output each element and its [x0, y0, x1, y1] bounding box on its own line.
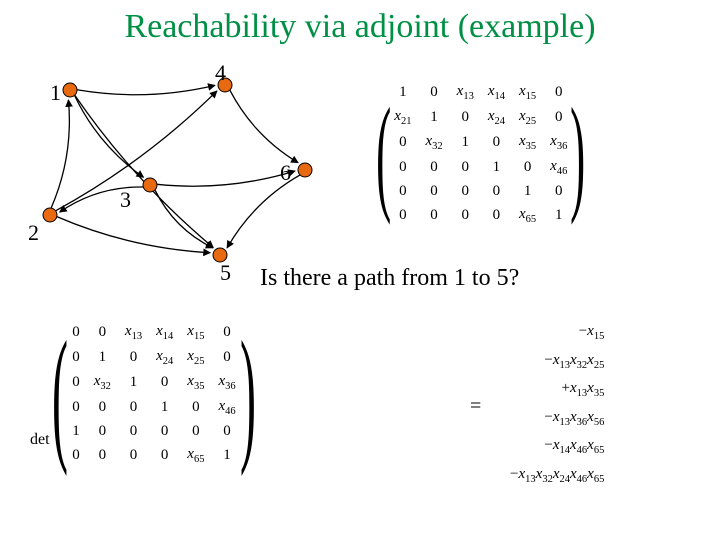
node-label-5: 5: [220, 260, 231, 286]
matrix-cell: 0: [450, 180, 481, 203]
node-1: [63, 83, 77, 97]
rhs-term: +x13x35: [510, 377, 604, 406]
matrix-cell: x35: [512, 130, 543, 155]
node-6: [298, 163, 312, 177]
node-label-3: 3: [120, 187, 131, 213]
matrix-cell: 0: [481, 203, 512, 228]
matrix-cell: 0: [87, 420, 118, 443]
matrix-cell: 0: [65, 320, 87, 345]
matrix-cell: x32: [418, 130, 449, 155]
matrix-cell: 0: [149, 443, 180, 468]
matrix-cell: 1: [387, 80, 418, 105]
matrix-cell: x21: [387, 105, 418, 130]
question-text: Is there a path from 1 to 5?: [260, 265, 519, 292]
matrix-cell: 0: [149, 420, 180, 443]
node-label-6: 6: [280, 160, 291, 186]
node-3: [143, 178, 157, 192]
matrix-cell: 0: [418, 180, 449, 203]
edge-1-4: [77, 85, 215, 94]
rhs-term: −x13x32x24x46x65: [510, 463, 604, 492]
matrix-cell: x25: [180, 345, 211, 370]
matrix-cell: 1: [87, 345, 118, 370]
matrix-cell: 0: [512, 155, 543, 180]
rhs-term: −x13x32x25: [510, 349, 604, 378]
matrix-cell: x65: [512, 203, 543, 228]
matrix-cell: 0: [149, 370, 180, 395]
rhs-term: −x14x46x65: [510, 434, 604, 463]
matrix-cell: x65: [180, 443, 211, 468]
matrix-cell: x14: [149, 320, 180, 345]
matrix-cell: x36: [211, 370, 242, 395]
matrix-cell: 0: [418, 155, 449, 180]
matrix-cell: 0: [180, 395, 211, 420]
rhs-term: −x15: [510, 320, 604, 349]
node-label-1: 1: [50, 80, 61, 106]
matrix-cell: 0: [211, 345, 242, 370]
matrix-I-minus-A: ( 10x13x14x150x2110x24x2500x3210x35x3600…: [380, 80, 582, 228]
node-2: [43, 208, 57, 222]
expansion-result: −x15−x13x32x25+x13x35−x13x36x56−x14x46x6…: [510, 320, 604, 491]
rhs-term: −x13x36x56: [510, 406, 604, 435]
matrix-cell: 0: [118, 345, 149, 370]
matrix-cell: x15: [180, 320, 211, 345]
graph-diagram: [20, 55, 360, 285]
matrix-cell: 0: [418, 80, 449, 105]
node-label-4: 4: [215, 60, 226, 86]
matrix-cell: 1: [450, 130, 481, 155]
matrix-cell: 1: [149, 395, 180, 420]
matrix-cell: 0: [481, 180, 512, 203]
matrix-cell: 1: [512, 180, 543, 203]
matrix-cell: 1: [65, 420, 87, 443]
matrix-cell: x25: [512, 105, 543, 130]
matrix-cell: x35: [180, 370, 211, 395]
matrix-cell: 1: [481, 155, 512, 180]
matrix-cell: 0: [65, 370, 87, 395]
edge-2-4: [56, 91, 217, 211]
matrix-cell: 0: [65, 395, 87, 420]
matrix-cell: 1: [118, 370, 149, 395]
matrix-cell: 0: [118, 420, 149, 443]
matrix-cell: x46: [211, 395, 242, 420]
matrix-cell: x24: [481, 105, 512, 130]
node-label-2: 2: [28, 220, 39, 246]
matrix-cell: 0: [87, 320, 118, 345]
matrix-cell: 1: [418, 105, 449, 130]
matrix-cell: 0: [418, 203, 449, 228]
matrix-cell: 0: [387, 155, 418, 180]
matrix-cell: x13: [118, 320, 149, 345]
edge-1-3: [75, 95, 144, 177]
matrix-cell: x24: [149, 345, 180, 370]
matrix-cell: x13: [450, 80, 481, 105]
matrix-cell: 0: [118, 443, 149, 468]
matrix-cell: 0: [211, 320, 242, 345]
slide-title: Reachability via adjoint (example): [0, 8, 720, 46]
matrix-cell: 0: [450, 105, 481, 130]
matrix-cell: 0: [180, 420, 211, 443]
matrix-cell: 0: [65, 443, 87, 468]
matrix-cell: 1: [211, 443, 242, 468]
matrix-cell: 0: [387, 130, 418, 155]
matrix-cell: 0: [387, 180, 418, 203]
matrix-cell: x14: [481, 80, 512, 105]
matrix-cell: 0: [387, 203, 418, 228]
edge-4-6: [230, 90, 298, 163]
determinant-expr: det ( 00x13x14x150010x24x2500x3210x35x36…: [30, 320, 253, 468]
matrix-cell: 0: [211, 420, 242, 443]
edge-2-5: [57, 217, 210, 253]
matrix-cell: x15: [512, 80, 543, 105]
matrix-cell: 0: [87, 395, 118, 420]
matrix-cell: 0: [450, 155, 481, 180]
edge-2-1: [51, 100, 69, 208]
matrix-cell: 0: [65, 345, 87, 370]
matrix-cell: 0: [450, 203, 481, 228]
matrix-cell: 0: [87, 443, 118, 468]
equals-sign: =: [470, 395, 481, 418]
matrix-cell: 0: [481, 130, 512, 155]
matrix-cell: 0: [118, 395, 149, 420]
edge-1-5: [75, 95, 214, 247]
matrix-cell: x32: [87, 370, 118, 395]
edge-3-6: [157, 171, 295, 186]
